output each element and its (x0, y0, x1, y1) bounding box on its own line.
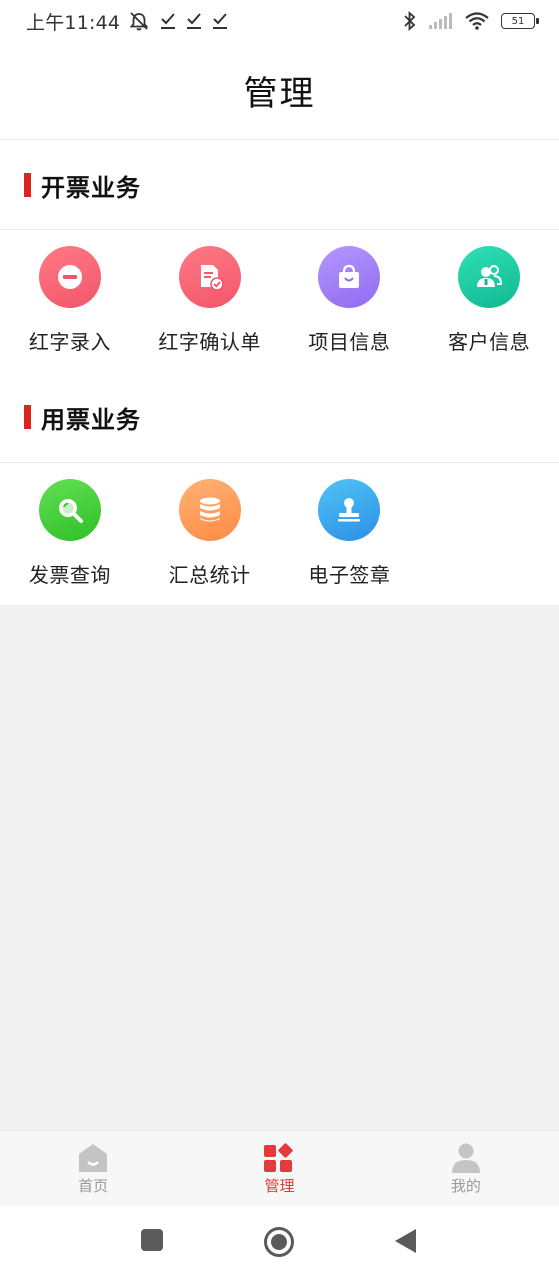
battery-indicator: 51 (501, 13, 539, 29)
home-button-icon[interactable] (263, 1226, 295, 1258)
nav-item-manage[interactable]: 管理 (186, 1131, 372, 1206)
users-icon (458, 246, 521, 308)
apps-icon (264, 1143, 294, 1172)
status-left: 上午11:44 (26, 8, 228, 35)
system-nav-bar (0, 1206, 559, 1280)
grid-item-label: 发票查询 (28, 563, 111, 587)
section-accent-bar (24, 173, 31, 197)
back-icon[interactable] (394, 1228, 418, 1254)
section-header-usage: 用票业务 (0, 372, 559, 462)
stamp-icon (318, 479, 381, 541)
page-title: 管理 (243, 74, 316, 114)
content-panel: 开票业务 红字录入 红字确认单 项目信息 客户信息 用票业务 发票查询 汇总统计… (0, 140, 559, 605)
document-check-icon (178, 246, 241, 308)
signal-icon (429, 13, 452, 29)
nav-label: 我的 (450, 1177, 481, 1195)
search-icon (38, 479, 101, 541)
screen: 上午11:44 51 管理 开票业务 红字录入 红字确认单 项目信息 客户信息 … (0, 0, 559, 1280)
check-download-icon (213, 13, 228, 29)
grid-item-red-entry[interactable]: 红字录入 (0, 230, 140, 370)
bottom-nav: 首页 管理 我的 (0, 1130, 559, 1206)
nav-item-mine[interactable]: 我的 (373, 1131, 559, 1206)
grid-item-label: 电子签章 (308, 563, 391, 587)
recent-apps-icon[interactable] (140, 1228, 164, 1252)
home-icon (79, 1144, 108, 1172)
grid-item-red-confirm[interactable]: 红字确认单 (140, 230, 280, 370)
section-title: 开票业务 (41, 173, 141, 202)
title-bar: 管理 (0, 42, 559, 140)
nav-label: 管理 (264, 1177, 295, 1195)
grid-item-customer-info[interactable]: 客户信息 (419, 230, 559, 370)
wifi-icon (465, 12, 489, 30)
user-icon (451, 1143, 480, 1173)
minus-circle-icon (38, 246, 101, 308)
grid-item-invoice-query[interactable]: 发票查询 (0, 463, 140, 603)
section-header-invoicing: 开票业务 (0, 140, 559, 230)
bell-off-icon (129, 12, 149, 31)
battery-level: 51 (511, 15, 525, 27)
section-grid-usage: 发票查询 汇总统计 电子签章 (0, 463, 559, 603)
grid-item-project-info[interactable]: 项目信息 (280, 230, 420, 370)
grid-item-label: 红字确认单 (158, 330, 261, 354)
section-accent-bar (24, 405, 31, 429)
status-right: 51 (403, 11, 539, 31)
grid-item-e-signature[interactable]: 电子签章 (280, 463, 420, 603)
grid-item-label: 汇总统计 (168, 563, 251, 587)
notification-icons (128, 11, 228, 31)
nav-label: 首页 (78, 1177, 109, 1195)
shopping-bag-icon (318, 246, 381, 308)
grid-item-label: 客户信息 (448, 330, 531, 354)
nav-item-home[interactable]: 首页 (0, 1131, 186, 1206)
bluetooth-icon (404, 11, 416, 31)
section-title: 用票业务 (41, 405, 141, 434)
grid-item-label: 项目信息 (308, 330, 391, 354)
status-time: 上午11:44 (26, 11, 121, 34)
check-download-icon (161, 13, 176, 29)
database-icon (178, 479, 241, 541)
grid-item-summary-stats[interactable]: 汇总统计 (140, 463, 280, 603)
section-grid-invoicing: 红字录入 红字确认单 项目信息 客户信息 (0, 230, 559, 370)
grid-item-label: 红字录入 (28, 330, 111, 354)
check-download-icon (187, 13, 202, 29)
status-bar: 上午11:44 51 (0, 0, 559, 42)
